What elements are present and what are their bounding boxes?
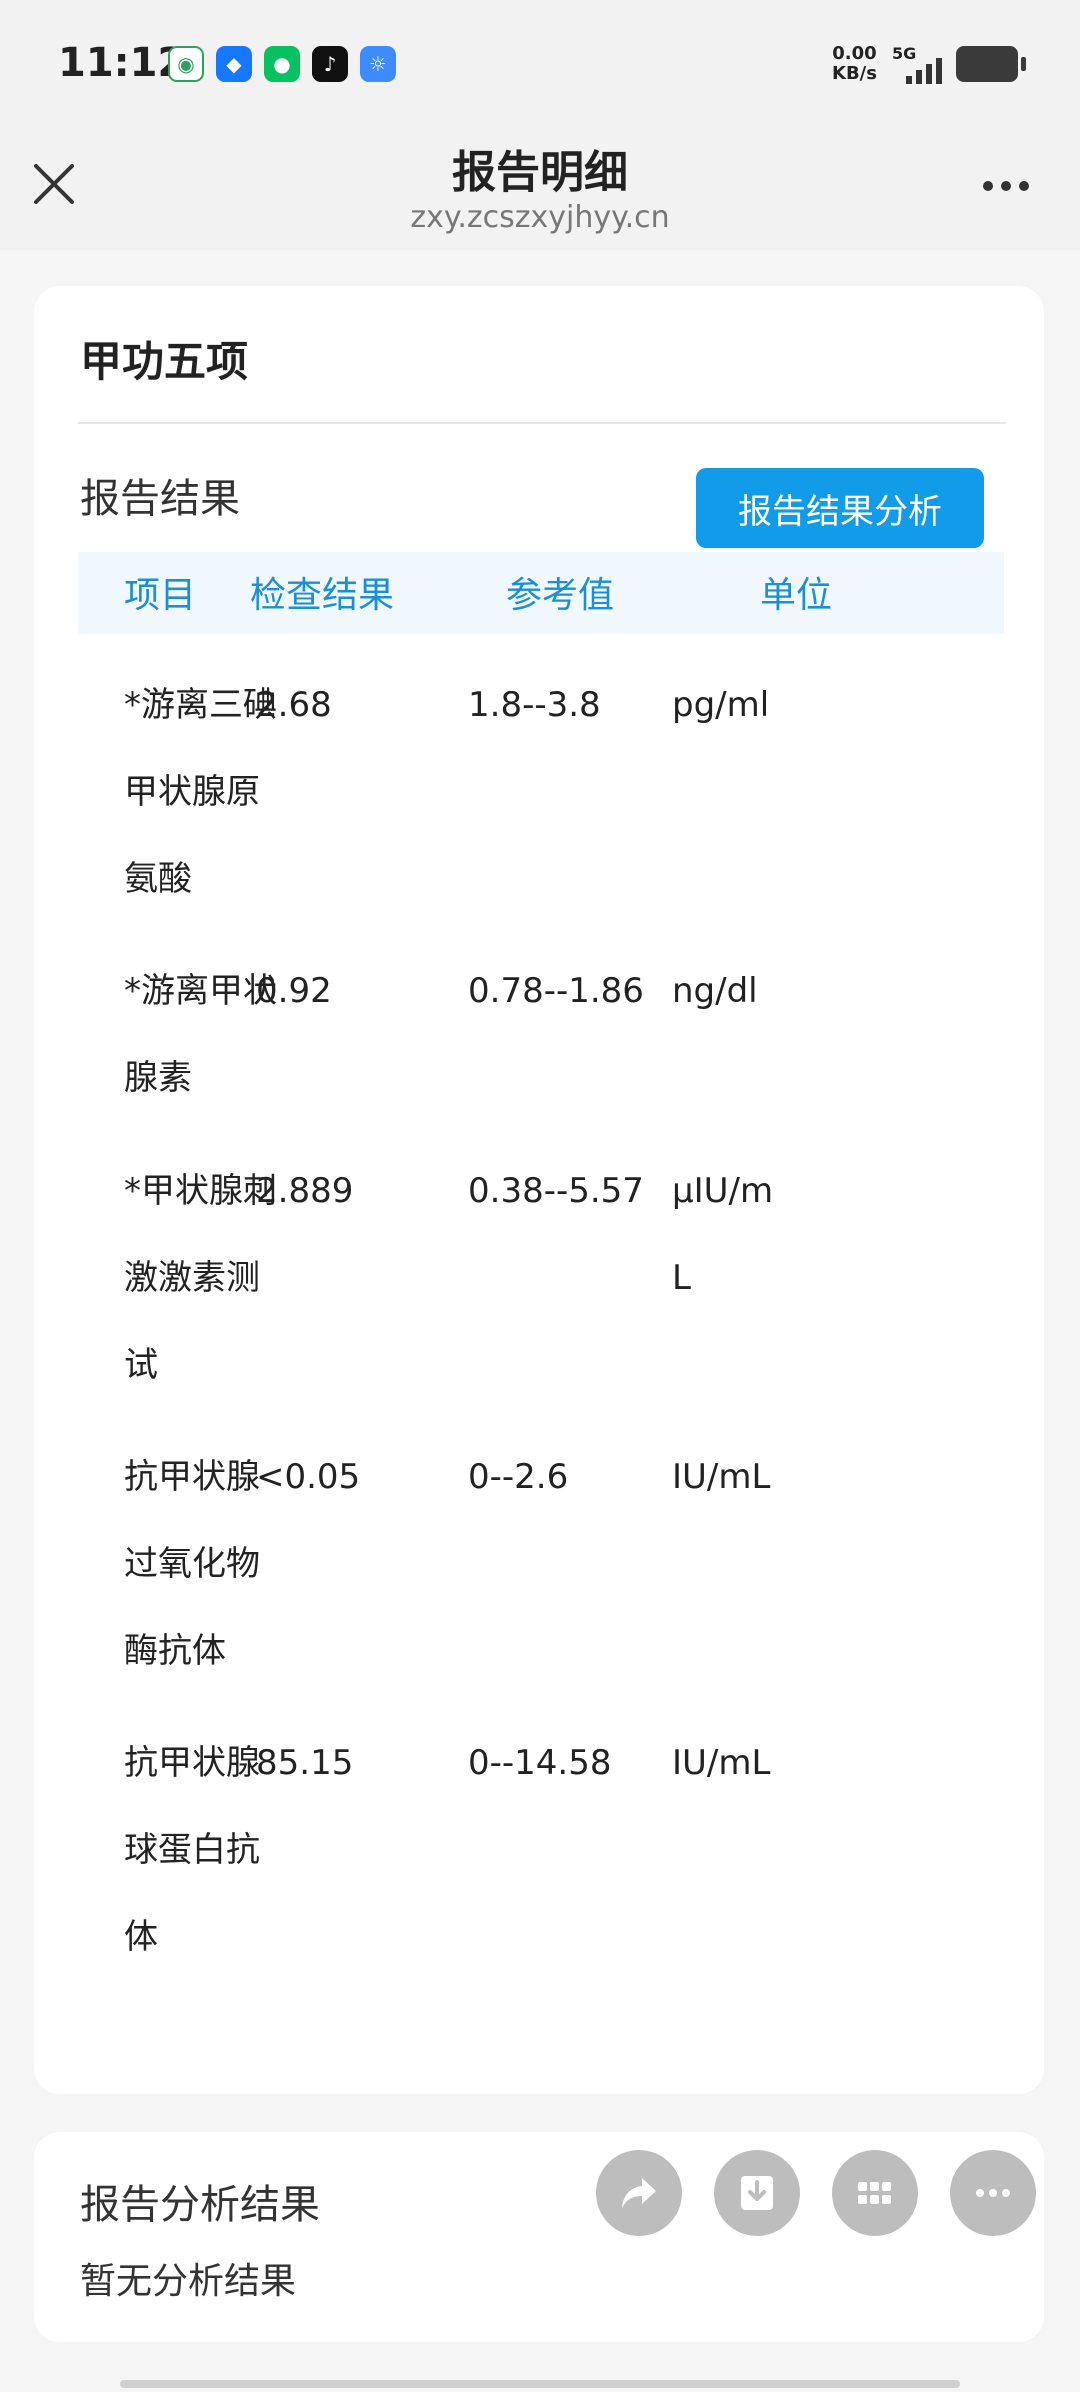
bank-app-icon: ◉ [168, 46, 204, 82]
report-card: 甲功五项 报告结果 报告结果分析 项目 检查结果 参考值 单位 *游离三碘 甲状… [34, 286, 1044, 2094]
wechat-app-icon: ● [264, 46, 300, 82]
row-result: 2.68 [256, 685, 332, 725]
table-header: 项目 检查结果 参考值 单位 [78, 552, 1004, 634]
grid-icon [858, 2182, 891, 2204]
name-line: 体 [124, 1917, 158, 1957]
apps-button[interactable] [832, 2150, 918, 2236]
row-reference: 0.38--5.57 [468, 1171, 644, 1211]
share-icon [622, 2178, 656, 2208]
row-unit: IU/mL [672, 1743, 771, 1783]
status-bar: 11:12 ◉ ◆ ● ♪ ☼ 0.00 KB/s 5G [0, 0, 1080, 130]
share-button[interactable] [596, 2150, 682, 2236]
analysis-title: 报告分析结果 [80, 2182, 320, 2228]
column-header-item: 项目 [124, 575, 197, 616]
name-line: 氨酸 [124, 859, 192, 899]
row-reference: 0--2.6 [468, 1457, 569, 1497]
weather-app-icon: ☼ [360, 46, 396, 82]
name-line: 酶抗体 [124, 1631, 226, 1671]
row-reference: 1.8--3.8 [468, 685, 601, 725]
row-unit: µIU/m L [672, 1148, 802, 1322]
unit-line: µIU/m [672, 1171, 774, 1211]
name-line: 甲状腺原 [124, 772, 260, 812]
row-result: 85.15 [256, 1743, 354, 1783]
analyze-report-button[interactable]: 报告结果分析 [696, 468, 984, 548]
column-header-unit: 单位 [760, 575, 833, 616]
column-header-reference: 参考值 [506, 575, 615, 616]
page-url: zxy.zcszxyjhyy.cn [410, 200, 670, 235]
download-icon [741, 2176, 773, 2210]
report-section-title: 甲功五项 [80, 337, 249, 386]
status-time: 11:12 [58, 40, 186, 86]
analysis-empty-text: 暂无分析结果 [80, 2261, 297, 2302]
row-result: 0.92 [256, 971, 332, 1011]
net-speed-unit: KB/s [832, 63, 877, 84]
unit-line: L [672, 1258, 691, 1298]
row-unit: ng/dl [672, 971, 758, 1011]
home-indicator[interactable] [120, 2380, 960, 2388]
signal-icon [906, 58, 942, 84]
report-result-label: 报告结果 [80, 476, 240, 522]
name-line: 过氧化物 [124, 1544, 260, 1584]
notification-icons: ◉ ◆ ● ♪ ☼ [168, 46, 396, 82]
download-button[interactable] [714, 2150, 800, 2236]
net-speed-value: 0.00 [832, 43, 877, 64]
more-actions-button[interactable] [950, 2150, 1036, 2236]
net-speed: 0.00 KB/s [832, 44, 877, 84]
row-reference: 0--14.58 [468, 1743, 612, 1783]
divider [78, 422, 1006, 424]
row-unit: IU/mL [672, 1457, 771, 1497]
name-line: 球蛋白抗 [124, 1830, 260, 1870]
ellipsis-icon [976, 2189, 1010, 2197]
page-title: 报告明细 [452, 147, 628, 198]
tiktok-app-icon: ♪ [312, 46, 348, 82]
column-header-result: 检查结果 [250, 575, 395, 616]
name-line: 试 [124, 1345, 158, 1385]
alipay-app-icon: ◆ [216, 46, 252, 82]
row-reference: 0.78--1.86 [468, 971, 644, 1011]
more-options-icon[interactable] [978, 166, 1034, 206]
battery-icon [956, 46, 1026, 82]
row-result: 2.889 [256, 1171, 354, 1211]
name-line: 腺素 [124, 1058, 192, 1098]
name-line: 激激素测 [124, 1258, 260, 1298]
row-result: <0.05 [256, 1457, 361, 1497]
row-unit: pg/ml [672, 685, 770, 725]
